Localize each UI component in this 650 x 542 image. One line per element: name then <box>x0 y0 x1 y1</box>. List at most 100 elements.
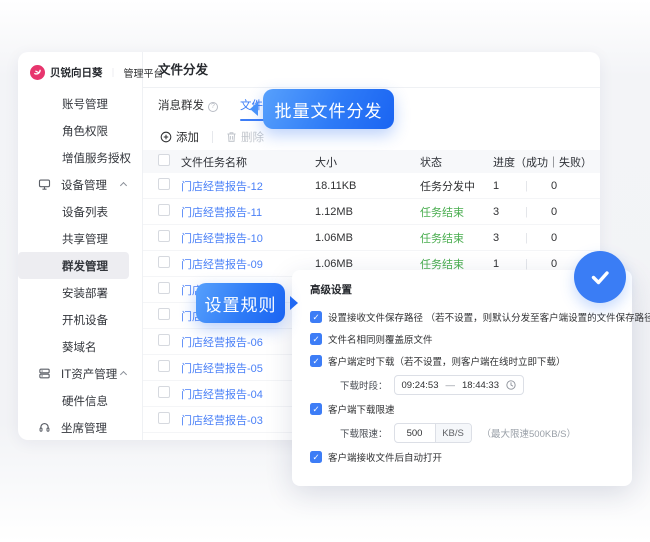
speed-limit-row: 下载限速： 500 KB/S （最大限速500KB/S） <box>310 420 624 446</box>
row-checkbox[interactable] <box>158 412 170 424</box>
task-status: 任务分发中 <box>420 178 493 194</box>
sidebar-item-label: 设备列表 <box>62 204 108 220</box>
speed-limit-label: 下载限速： <box>340 426 388 440</box>
checkbox-checked-icon[interactable]: ✓ <box>310 355 322 367</box>
sidebar-item-label: 账号管理 <box>62 96 108 112</box>
checkbox-checked-icon[interactable]: ✓ <box>310 451 322 463</box>
checkbox-checked-icon[interactable]: ✓ <box>310 333 322 345</box>
option-auto-open: ✓ 客户端接收文件后自动打开 <box>310 446 624 468</box>
success-count: 3 <box>493 232 525 244</box>
page-title: 文件分发 <box>143 52 600 88</box>
speed-limit-hint: （最大限速500KB/S） <box>482 426 577 440</box>
sidebar-item-设备列表[interactable]: 设备列表 <box>18 198 142 225</box>
sidebar-item-增值服务授权[interactable]: 增值服务授权 <box>18 144 142 171</box>
success-count: 1 <box>493 180 525 192</box>
download-period-row: 下载时段： 09:24:53 — 18:44:33 <box>310 372 624 398</box>
file-task-link[interactable]: 门店经营报告-11 <box>181 204 315 220</box>
brand-logo-row: 贝锐向日葵 ｜ 管理平台 <box>18 60 142 84</box>
delete-button[interactable]: 删除 <box>226 129 264 145</box>
row-checkbox[interactable] <box>158 360 170 372</box>
file-size: 1.06MB <box>315 258 420 270</box>
page-background: 贝锐向日葵 ｜ 管理平台 账号管理 角色权限 增值服务授权 设备管理 设备列表 … <box>0 0 650 542</box>
sidebar-item-账号管理[interactable]: 账号管理 <box>18 90 142 117</box>
sidebar-item-label: IT资产管理 <box>61 366 117 382</box>
row-checkbox[interactable] <box>158 256 170 268</box>
advanced-settings-popup: 高级设置 ✓ 设置接收文件保存路径 （若不设置，则默认分发至客户端设置的文件保存… <box>292 270 632 486</box>
option-speed-limit: ✓ 客户端下载限速 <box>310 398 624 420</box>
checkbox-checked-icon[interactable]: ✓ <box>310 311 322 323</box>
row-checkbox[interactable] <box>158 204 170 216</box>
file-size: 18.11KB <box>315 180 420 192</box>
end-time[interactable]: 18:44:33 <box>462 380 499 391</box>
table-row: 门店经营报告-11 1.12MB 任务结束 3 | 0 <box>143 199 600 225</box>
sunlogin-logo-icon <box>30 65 45 80</box>
time-range-input[interactable]: 09:24:53 — 18:44:33 <box>394 375 524 395</box>
option-overwrite: ✓ 文件名相同则覆盖原文件 <box>310 328 624 350</box>
file-task-link[interactable]: 门店经营报告-12 <box>181 178 315 194</box>
sidebar-item-label: 角色权限 <box>62 123 108 139</box>
progress-separator: | <box>525 258 551 270</box>
help-icon[interactable]: ? <box>208 102 218 112</box>
sidebar-item-角色权限[interactable]: 角色权限 <box>18 117 142 144</box>
chevron-up-icon[interactable] <box>120 182 127 189</box>
success-count: 3 <box>493 206 525 218</box>
sidebar-item-label: 开机设备 <box>62 312 108 328</box>
row-checkbox[interactable] <box>158 334 170 346</box>
file-size: 1.06MB <box>315 232 420 244</box>
confirm-check-badge[interactable] <box>574 251 626 303</box>
brand-separator: ｜ <box>109 66 118 79</box>
sidebar-item-IT资产管理[interactable]: IT资产管理 <box>18 360 142 387</box>
chevron-up-icon[interactable] <box>120 371 127 378</box>
sidebar-item-群发管理[interactable]: 群发管理 <box>18 252 129 279</box>
sidebar-item-硬件信息[interactable]: 硬件信息 <box>18 387 142 414</box>
select-all-checkbox[interactable] <box>158 154 170 166</box>
row-checkbox[interactable] <box>158 178 170 190</box>
col-progress: 进度（成功｜失败） <box>493 154 583 170</box>
row-checkbox[interactable] <box>158 308 170 320</box>
checkbox-checked-icon[interactable]: ✓ <box>310 403 322 415</box>
sidebar-item-label: 硬件信息 <box>62 393 108 409</box>
sidebar-item-设备管理[interactable]: 设备管理 <box>18 171 142 198</box>
download-period-label: 下载时段： <box>340 378 388 392</box>
sidebar-item-label: 共享管理 <box>62 231 108 247</box>
callout-set-rules: 设置规则 <box>196 283 285 323</box>
file-task-link[interactable]: 门店经营报告-10 <box>181 230 315 246</box>
row-checkbox[interactable] <box>158 230 170 242</box>
speed-value[interactable]: 500 <box>395 424 435 442</box>
task-status: 任务结束 <box>420 204 493 220</box>
sidebar-item-葵域名[interactable]: 葵域名 <box>18 333 142 360</box>
start-time[interactable]: 09:24:53 <box>402 380 439 391</box>
table-header: 文件任务名称 大小 状态 进度（成功｜失败） <box>143 150 600 173</box>
table-row: 门店经营报告-12 18.11KB 任务分发中 1 | 0 <box>143 173 600 199</box>
progress-separator: | <box>525 206 551 218</box>
row-checkbox[interactable] <box>158 282 170 294</box>
sidebar-item-坐席管理[interactable]: 坐席管理 <box>18 414 142 441</box>
col-status: 状态 <box>420 154 493 170</box>
clock-icon <box>506 380 516 390</box>
sidebar-item-开机设备[interactable]: 开机设备 <box>18 306 142 333</box>
option-save-path: ✓ 设置接收文件保存路径 （若不设置，则默认分发至客户端设置的文件保存路径） <box>310 306 624 328</box>
fail-count: 0 <box>551 206 583 218</box>
option-scheduled-download: ✓ 客户端定时下载（若不设置，则客户端在线时立即下载） <box>310 350 624 372</box>
sidebar-item-label: 群发管理 <box>62 258 108 274</box>
monitor-icon <box>38 178 51 191</box>
col-size: 大小 <box>315 154 420 170</box>
sidebar-item-label: 坐席管理 <box>61 420 107 436</box>
tab-message-broadcast[interactable]: 消息群发 ? <box>158 88 218 125</box>
col-name: 文件任务名称 <box>181 154 315 170</box>
sidebar-item-label: 安装部署 <box>62 285 108 301</box>
speed-unit: KB/S <box>435 424 471 442</box>
table-row: 门店经营报告-10 1.06MB 任务结束 3 | 0 <box>143 225 600 251</box>
file-task-link[interactable]: 门店经营报告-09 <box>181 256 315 272</box>
sidebar-item-共享管理[interactable]: 共享管理 <box>18 225 142 252</box>
file-size: 1.12MB <box>315 206 420 218</box>
assets-icon <box>38 367 51 380</box>
add-button[interactable]: 添加 <box>160 129 199 145</box>
row-checkbox[interactable] <box>158 386 170 398</box>
sidebar-item-label: 增值服务授权 <box>62 150 131 166</box>
trash-icon <box>226 131 237 143</box>
toolbar-divider <box>212 131 213 143</box>
sidebar-item-安装部署[interactable]: 安装部署 <box>18 279 142 306</box>
task-status: 任务结束 <box>420 230 493 246</box>
speed-limit-input[interactable]: 500 KB/S <box>394 423 472 443</box>
